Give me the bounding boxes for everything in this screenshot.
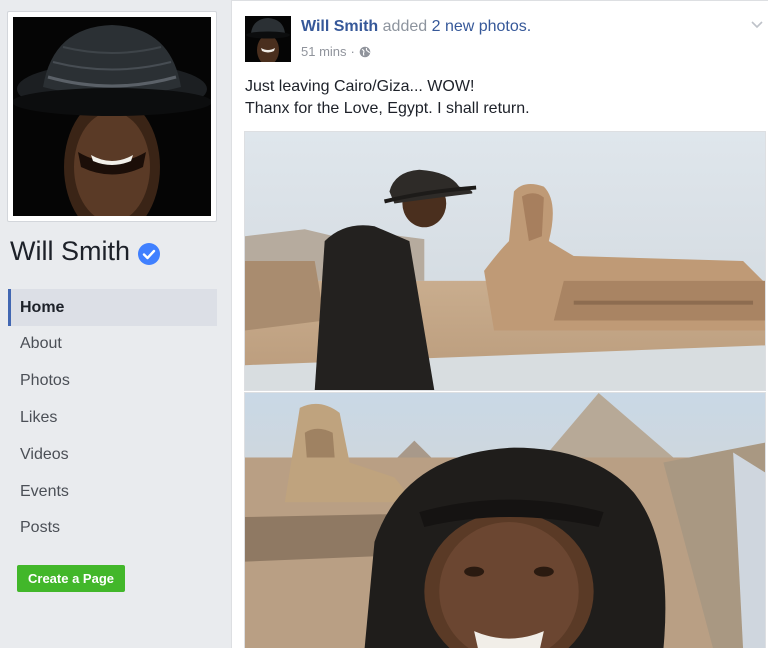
- author-avatar[interactable]: [245, 16, 291, 62]
- globe-icon[interactable]: [359, 46, 371, 58]
- verified-badge-icon: [138, 240, 160, 265]
- post-meta: 51 mins ·: [301, 44, 371, 59]
- post-photo[interactable]: [244, 392, 766, 648]
- post-header: Will Smith added 2 new photos.: [301, 18, 531, 36]
- nav-label: About: [20, 335, 62, 353]
- photo-count-link[interactable]: 2 new photos.: [432, 18, 532, 35]
- page-title[interactable]: Will Smith: [10, 235, 160, 267]
- nav-item-posts[interactable]: Posts: [8, 510, 217, 547]
- post-message-line: Thanx for the Love, Egypt. I shall retur…: [245, 100, 530, 117]
- post-card: Will Smith added 2 new photos. 51 mins ·…: [231, 0, 768, 648]
- nav-label: Home: [20, 298, 65, 316]
- nav-label: Likes: [20, 408, 58, 426]
- nav-item-about[interactable]: About: [8, 326, 217, 363]
- profile-picture-frame[interactable]: [7, 11, 217, 222]
- create-page-button[interactable]: Create a Page: [17, 565, 125, 592]
- post-photo[interactable]: [244, 131, 766, 391]
- nav-label: Posts: [20, 519, 61, 537]
- chevron-down-icon[interactable]: [750, 17, 764, 29]
- nav-item-videos[interactable]: Videos: [8, 436, 217, 473]
- page-name-text[interactable]: Will Smith: [10, 235, 130, 267]
- nav-item-likes[interactable]: Likes: [8, 400, 217, 437]
- post-action-text: added: [382, 18, 428, 35]
- nav-label: Events: [20, 482, 69, 500]
- post-message: Just leaving Cairo/Giza... WOW! Thanx fo…: [245, 76, 530, 120]
- nav-item-events[interactable]: Events: [8, 473, 217, 510]
- page-navigation: Home About Photos Likes Videos Events Po…: [8, 289, 217, 547]
- post-timestamp[interactable]: 51 mins: [301, 44, 347, 59]
- profile-picture[interactable]: [13, 17, 211, 216]
- left-sidebar: Will Smith Home About Photos Likes Video…: [0, 0, 230, 648]
- author-name-link[interactable]: Will Smith: [301, 18, 378, 35]
- nav-label: Photos: [20, 372, 70, 390]
- post-message-line: Just leaving Cairo/Giza... WOW!: [245, 78, 475, 95]
- nav-item-photos[interactable]: Photos: [8, 363, 217, 400]
- nav-item-home[interactable]: Home: [8, 289, 217, 326]
- meta-separator: ·: [350, 44, 355, 59]
- nav-label: Videos: [20, 445, 69, 463]
